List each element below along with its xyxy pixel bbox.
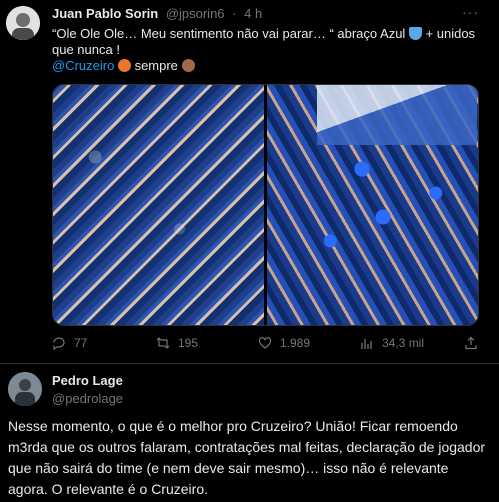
reply-count: 77 [74, 336, 88, 350]
tweet-divider [0, 363, 499, 364]
fist-emoji-icon [181, 59, 195, 72]
share-button[interactable] [464, 336, 486, 350]
like-button[interactable]: 1.989 [258, 336, 310, 350]
tweet-text: “Ole Ole Ole… Meu sentimento não vai par… [52, 26, 482, 74]
share-icon [464, 336, 478, 350]
avatar-photo-icon [8, 372, 42, 406]
views-button[interactable]: 34,3 mil [360, 336, 424, 350]
author-name[interactable]: Pedro Lage [52, 373, 123, 388]
author-name[interactable]: Juan Pablo Sorin [52, 6, 158, 21]
repost-icon [156, 336, 170, 350]
reply-icon [52, 336, 66, 350]
repost-button[interactable]: 195 [156, 336, 198, 350]
cat-emoji-icon [117, 59, 131, 72]
author-handle[interactable]: @jpsorin6 [166, 6, 225, 21]
crowd-photo-right[interactable] [267, 85, 478, 325]
media-grid [52, 84, 479, 326]
like-count: 1.989 [280, 336, 311, 350]
action-bar: 77 195 1.989 34,3 mil [52, 336, 479, 354]
mention-link[interactable]: @Cruzeiro [52, 58, 114, 73]
crowd-photo-left[interactable] [53, 85, 264, 325]
tweet-text-part: “Ole Ole Ole… Meu sentimento não vai par… [52, 26, 409, 41]
reply-button[interactable]: 77 [52, 336, 87, 350]
heart-icon [258, 336, 272, 350]
tweet-text-part: sempre [130, 58, 182, 73]
view-count: 34,3 mil [382, 336, 425, 350]
tweet-header: Pedro Lage @pedrolage [52, 373, 123, 406]
blue-heart-emoji-icon [408, 27, 422, 40]
bar-chart-icon [360, 336, 374, 350]
tweet-header: Juan Pablo Sorin @jpsorin6 · 4 h [52, 6, 262, 21]
avatar[interactable] [8, 372, 42, 406]
tweet-text: Nesse momento, o que é o melhor pro Cruz… [8, 418, 486, 497]
avatar-photo-icon [6, 6, 40, 40]
author-handle[interactable]: @pedrolage [52, 391, 123, 406]
timestamp[interactable]: 4 h [244, 6, 262, 21]
repost-count: 195 [178, 336, 199, 350]
separator: · [232, 6, 237, 21]
avatar[interactable] [6, 6, 40, 40]
more-options-button[interactable]: ··· [462, 4, 479, 20]
